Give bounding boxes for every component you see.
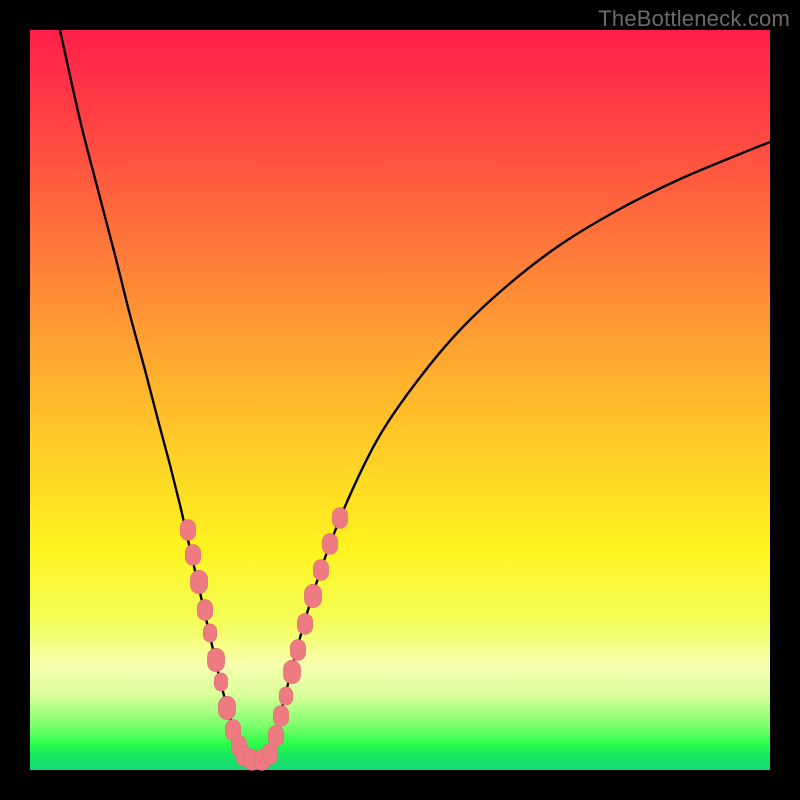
right-curve [270,142,770,750]
chart-frame: TheBottleneck.com [0,0,800,800]
bead-group [180,508,347,771]
bead [197,600,212,621]
bead [268,726,283,747]
bead [297,614,312,635]
bead [322,534,337,555]
bead [304,584,321,607]
watermark-text: TheBottleneck.com [598,6,790,32]
bead [273,706,288,727]
bead [218,696,235,719]
bead [190,570,207,593]
bead [214,673,227,691]
bead [283,660,300,683]
bead [313,560,328,581]
bead [262,744,277,765]
bead [207,648,224,671]
bead [290,640,305,661]
bead [203,624,216,642]
bead [180,520,195,541]
bead [279,687,292,705]
bead [185,545,200,566]
bead [332,508,347,529]
left-curve [60,30,242,750]
curves-svg [30,30,770,770]
